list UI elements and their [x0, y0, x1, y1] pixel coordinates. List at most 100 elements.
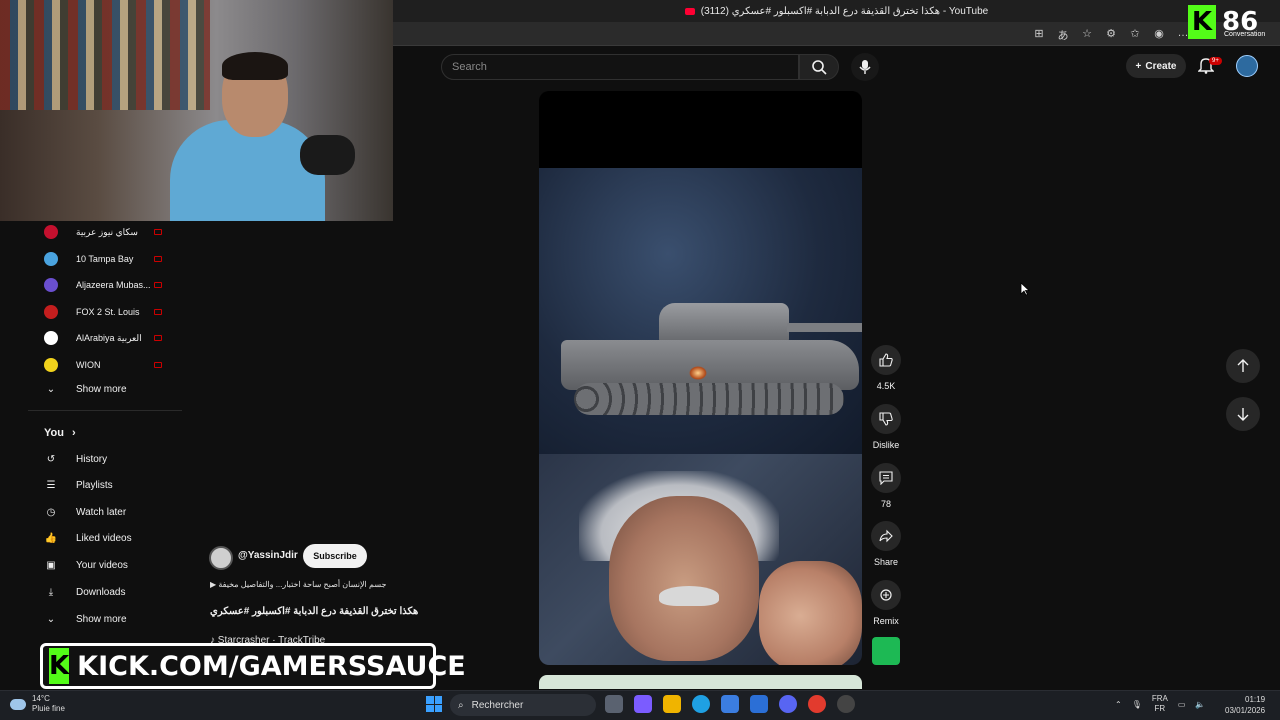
windows-logo-icon [426, 696, 434, 704]
subscribe-button[interactable]: Subscribe [303, 544, 367, 568]
volume-icon[interactable]: 🔈 [1195, 700, 1205, 709]
sidebar-divider [28, 410, 182, 411]
sidebar-item-downloads[interactable]: ⤓ Downloads [44, 579, 178, 605]
cloud-rain-icon [10, 698, 26, 710]
share-button[interactable]: Share [871, 521, 901, 567]
weather-widget[interactable]: 14°C Pluie fine [10, 694, 65, 714]
shorts-video-player[interactable] [539, 91, 862, 665]
share-label: Share [873, 557, 899, 567]
comments-button[interactable]: 78 [871, 463, 901, 509]
settings-app-icon[interactable] [837, 695, 855, 713]
taskbar-search[interactable]: ⌕ Rechercher [450, 694, 596, 716]
create-button[interactable]: + Create [1126, 54, 1186, 78]
live-icon [154, 362, 162, 368]
kick-logo-icon: K [49, 648, 70, 684]
comment-count: 78 [880, 499, 891, 509]
remix-button[interactable]: Remix [871, 580, 901, 626]
chevron-down-icon: ⌄ [46, 613, 56, 625]
profile-icon[interactable]: ◉ [1152, 27, 1166, 43]
favorites-icon[interactable]: ✩ [1128, 27, 1142, 43]
clock-time: 01:19 [1245, 695, 1266, 704]
youtube-favicon-icon [684, 7, 695, 15]
search-button[interactable] [799, 54, 839, 80]
channel-handle[interactable]: @YassinJdir [238, 550, 298, 561]
arrow-down-icon [1237, 408, 1249, 421]
account-avatar[interactable] [1236, 55, 1258, 77]
create-label: Create [1145, 60, 1177, 72]
voice-search-button[interactable] [851, 53, 879, 81]
edge-icon[interactable] [692, 695, 710, 713]
sidebar-item-your-videos[interactable]: ▣ Your videos [44, 552, 178, 578]
microphone-icon[interactable]: 🎙 [1132, 700, 1142, 709]
like-count: 4.5K [876, 381, 896, 391]
chevron-down-icon: ⌄ [46, 383, 56, 395]
thumbs-up-icon [871, 345, 901, 375]
sound-thumbnail[interactable] [872, 637, 900, 665]
sidebar-subscription-item[interactable]: 10 Tampa Bay [44, 246, 178, 272]
apps-icon[interactable]: ⊞ [1032, 27, 1046, 43]
channel-avatar[interactable] [209, 546, 233, 570]
display-icon[interactable]: ▭ [1178, 700, 1186, 709]
dislike-button[interactable]: Dislike [866, 404, 906, 450]
task-view-icon[interactable] [605, 695, 623, 713]
sidebar-subscription-item[interactable]: AlArabiya العربية [44, 325, 178, 351]
remix-label: Remix [873, 616, 899, 626]
temperature: 14°C [32, 694, 50, 703]
previous-short-button[interactable] [1226, 349, 1260, 383]
discord-icon[interactable] [779, 695, 797, 713]
sidebar-item-label: Your videos [76, 559, 128, 571]
chrome-icon[interactable] [808, 695, 826, 713]
sidebar-item-watch-later[interactable]: ◷ Watch later [44, 499, 178, 525]
kick-banner-text: KICK.COM/GAMERSSAUCE [77, 650, 466, 682]
language-indicator[interactable]: FRA FR [1152, 694, 1168, 714]
kick-channel-banner: K KICK.COM/GAMERSSAUCE [40, 643, 466, 689]
sidebar-subscription-item[interactable]: WION [44, 352, 178, 378]
description-text: جسم الإنسان أصبح ساحة اختبار... والتفاصي… [218, 580, 387, 589]
like-button[interactable]: 4.5K [871, 345, 901, 391]
show-more-you[interactable]: ⌄ Show more [44, 606, 178, 632]
next-short-button[interactable] [1226, 397, 1260, 431]
search-icon: ⌕ [458, 699, 464, 711]
you-section[interactable]: You › [44, 420, 178, 446]
sidebar-item-liked-videos[interactable]: 👍 Liked videos [44, 526, 178, 552]
translate-icon[interactable]: あ [1056, 27, 1070, 43]
weather-condition: Pluie fine [32, 704, 65, 713]
you-label: You [44, 427, 64, 439]
short-title[interactable]: هكذا تخترق القذيفة درع الدبابة #اكسبلور … [210, 606, 440, 617]
your-videos-icon: ▣ [46, 559, 56, 571]
clock-date: 03/01/2026 [1225, 706, 1266, 715]
sidebar-item-history[interactable]: ↺ History [44, 446, 178, 472]
show-more-subscriptions[interactable]: ⌄ Show more [44, 376, 178, 402]
search-input[interactable]: Search [441, 54, 799, 80]
microphone-icon [859, 60, 871, 74]
favorite-star-icon[interactable]: ☆ [1080, 27, 1094, 43]
search-icon [812, 60, 827, 75]
extension-icon[interactable]: ⚙ [1104, 27, 1118, 43]
tank-scene [539, 168, 862, 454]
portrait-face [609, 496, 759, 661]
sidebar-subscription-item[interactable]: سكاي نيوز عربية [44, 219, 178, 245]
next-short-preview[interactable] [539, 675, 862, 689]
chevron-up-icon[interactable]: ⌃ [1115, 700, 1122, 709]
sidebar-item-label: Aljazeera Mubas... [76, 280, 151, 291]
sidebar-item-label: AlArabiya العربية [76, 332, 142, 343]
start-button[interactable] [426, 696, 442, 712]
copilot-icon[interactable] [634, 695, 652, 713]
store-icon[interactable] [721, 695, 739, 713]
tank-gun [787, 323, 862, 332]
live-icon [154, 229, 162, 235]
comment-icon [871, 463, 901, 493]
channel-avatar [44, 331, 58, 346]
tank-turret [659, 303, 789, 343]
system-clock[interactable]: 01:19 03/01/2026 [1225, 694, 1265, 716]
mail-icon[interactable] [750, 695, 768, 713]
sidebar-item-label: Liked videos [76, 533, 132, 545]
file-explorer-icon[interactable] [663, 695, 681, 713]
sidebar-item-label: FOX 2 St. Louis [76, 306, 140, 317]
sidebar-item-playlists[interactable]: ☰ Playlists [44, 473, 178, 499]
sidebar-subscription-item[interactable]: FOX 2 St. Louis [44, 299, 178, 325]
arrow-up-icon [1237, 359, 1249, 372]
sidebar-subscription-item[interactable]: Aljazeera Mubas... [44, 272, 178, 298]
short-description[interactable]: ▶ جسم الإنسان أصبح ساحة اختبار... والتفا… [210, 580, 400, 589]
browser-title-bar: (3112) هكذا تخترق القذيفة درع الدبابة #ا… [393, 0, 1280, 22]
